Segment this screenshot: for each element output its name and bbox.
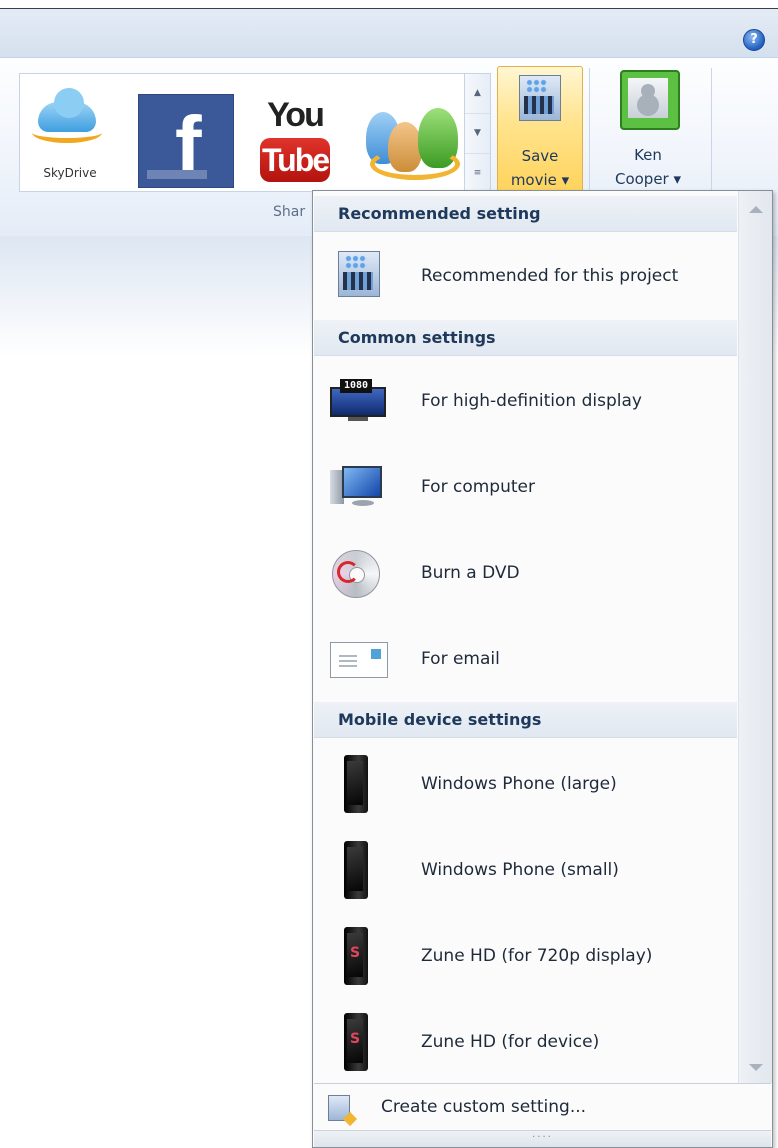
section-mobile: Mobile device settings [314,702,737,738]
gallery-scroll-up-button[interactable]: ▲ [465,74,490,113]
menu-item-label: Windows Phone (small) [421,860,619,880]
menu-item-label: Burn a DVD [421,563,520,583]
menu-item-label: Zune HD (for 720p display) [421,946,653,966]
menu-item-windows-phone-small[interactable]: Windows Phone (small) [314,827,737,913]
menu-item-label: For computer [421,477,535,497]
save-movie-menu: Recommended setting Recommended for this… [312,190,773,1148]
section-common: Common settings [314,320,737,356]
menu-item-label: For email [421,649,500,669]
zune-player-icon [344,927,368,985]
movie-film-icon [519,75,561,121]
scroll-up-arrow-icon[interactable] [749,206,763,213]
save-movie-button[interactable]: Save movie ▾ [497,66,583,194]
account-first-name: Ken [634,146,662,164]
account-last-name: Cooper ▾ [614,170,682,188]
phone-icon [344,841,368,899]
scroll-down-arrow-icon[interactable] [749,1064,763,1071]
custom-setting-icon [328,1095,350,1121]
section-recommended: Recommended setting [314,196,737,232]
menu-item-label: For high-definition display [421,391,642,411]
ribbon-divider [711,68,712,190]
menu-item-label: Recommended for this project [421,266,679,286]
zune-player-icon [344,1013,368,1071]
menu-item-email[interactable]: For email [314,616,737,702]
phone-icon [344,755,368,813]
youtube-button[interactable]: You Tube [248,94,342,186]
resize-grip[interactable]: ···· [314,1130,771,1147]
skydrive-label: SkyDrive [43,166,97,180]
groups-button[interactable] [358,102,468,186]
facebook-button[interactable]: f [138,94,234,188]
share-group-label: Shar [273,204,306,220]
menu-item-label: Windows Phone (large) [421,774,617,794]
share-gallery: SkyDrive f You Tube [19,73,465,192]
save-movie-label: Save [521,147,559,165]
user-avatar-icon [620,70,680,130]
title-strip: ? [0,8,778,57]
menu-item-label: Zune HD (for device) [421,1032,600,1052]
dvd-disc-icon [332,550,380,598]
menu-item-zune-720p[interactable]: Zune HD (for 720p display) [314,913,737,999]
menu-scrollbar[interactable] [738,191,772,1083]
gallery-scroll: ▲ ▼ ≡ [464,73,491,192]
save-movie-dropdown-label: movie ▾ [510,171,570,189]
menu-item-zune-device[interactable]: Zune HD (for device) [314,999,737,1085]
help-icon[interactable]: ? [743,29,765,51]
menu-item-windows-phone-large[interactable]: Windows Phone (large) [314,741,737,827]
ribbon-divider [589,68,590,190]
menu-item-hd-display[interactable]: 1080 For high-definition display [314,358,737,444]
youtube-icon: You [267,96,325,134]
gallery-scroll-down-button[interactable]: ▼ [465,113,490,153]
menu-item-dvd[interactable]: Burn a DVD [314,530,737,616]
facebook-icon: f [175,100,202,189]
skydrive-button[interactable]: SkyDrive [20,74,116,191]
menu-item-label: Create custom setting... [381,1097,587,1117]
movie-film-icon [338,251,380,297]
menu-item-recommended[interactable]: Recommended for this project [314,233,737,319]
account-button[interactable]: Ken Cooper ▾ [593,66,703,192]
email-icon [330,642,388,678]
computer-icon [330,464,388,512]
menu-item-computer[interactable]: For computer [314,444,737,530]
gallery-more-button[interactable]: ≡ [465,153,490,193]
create-custom-setting-item[interactable]: Create custom setting... [314,1084,771,1130]
hd-tv-icon: 1080 [330,379,386,421]
